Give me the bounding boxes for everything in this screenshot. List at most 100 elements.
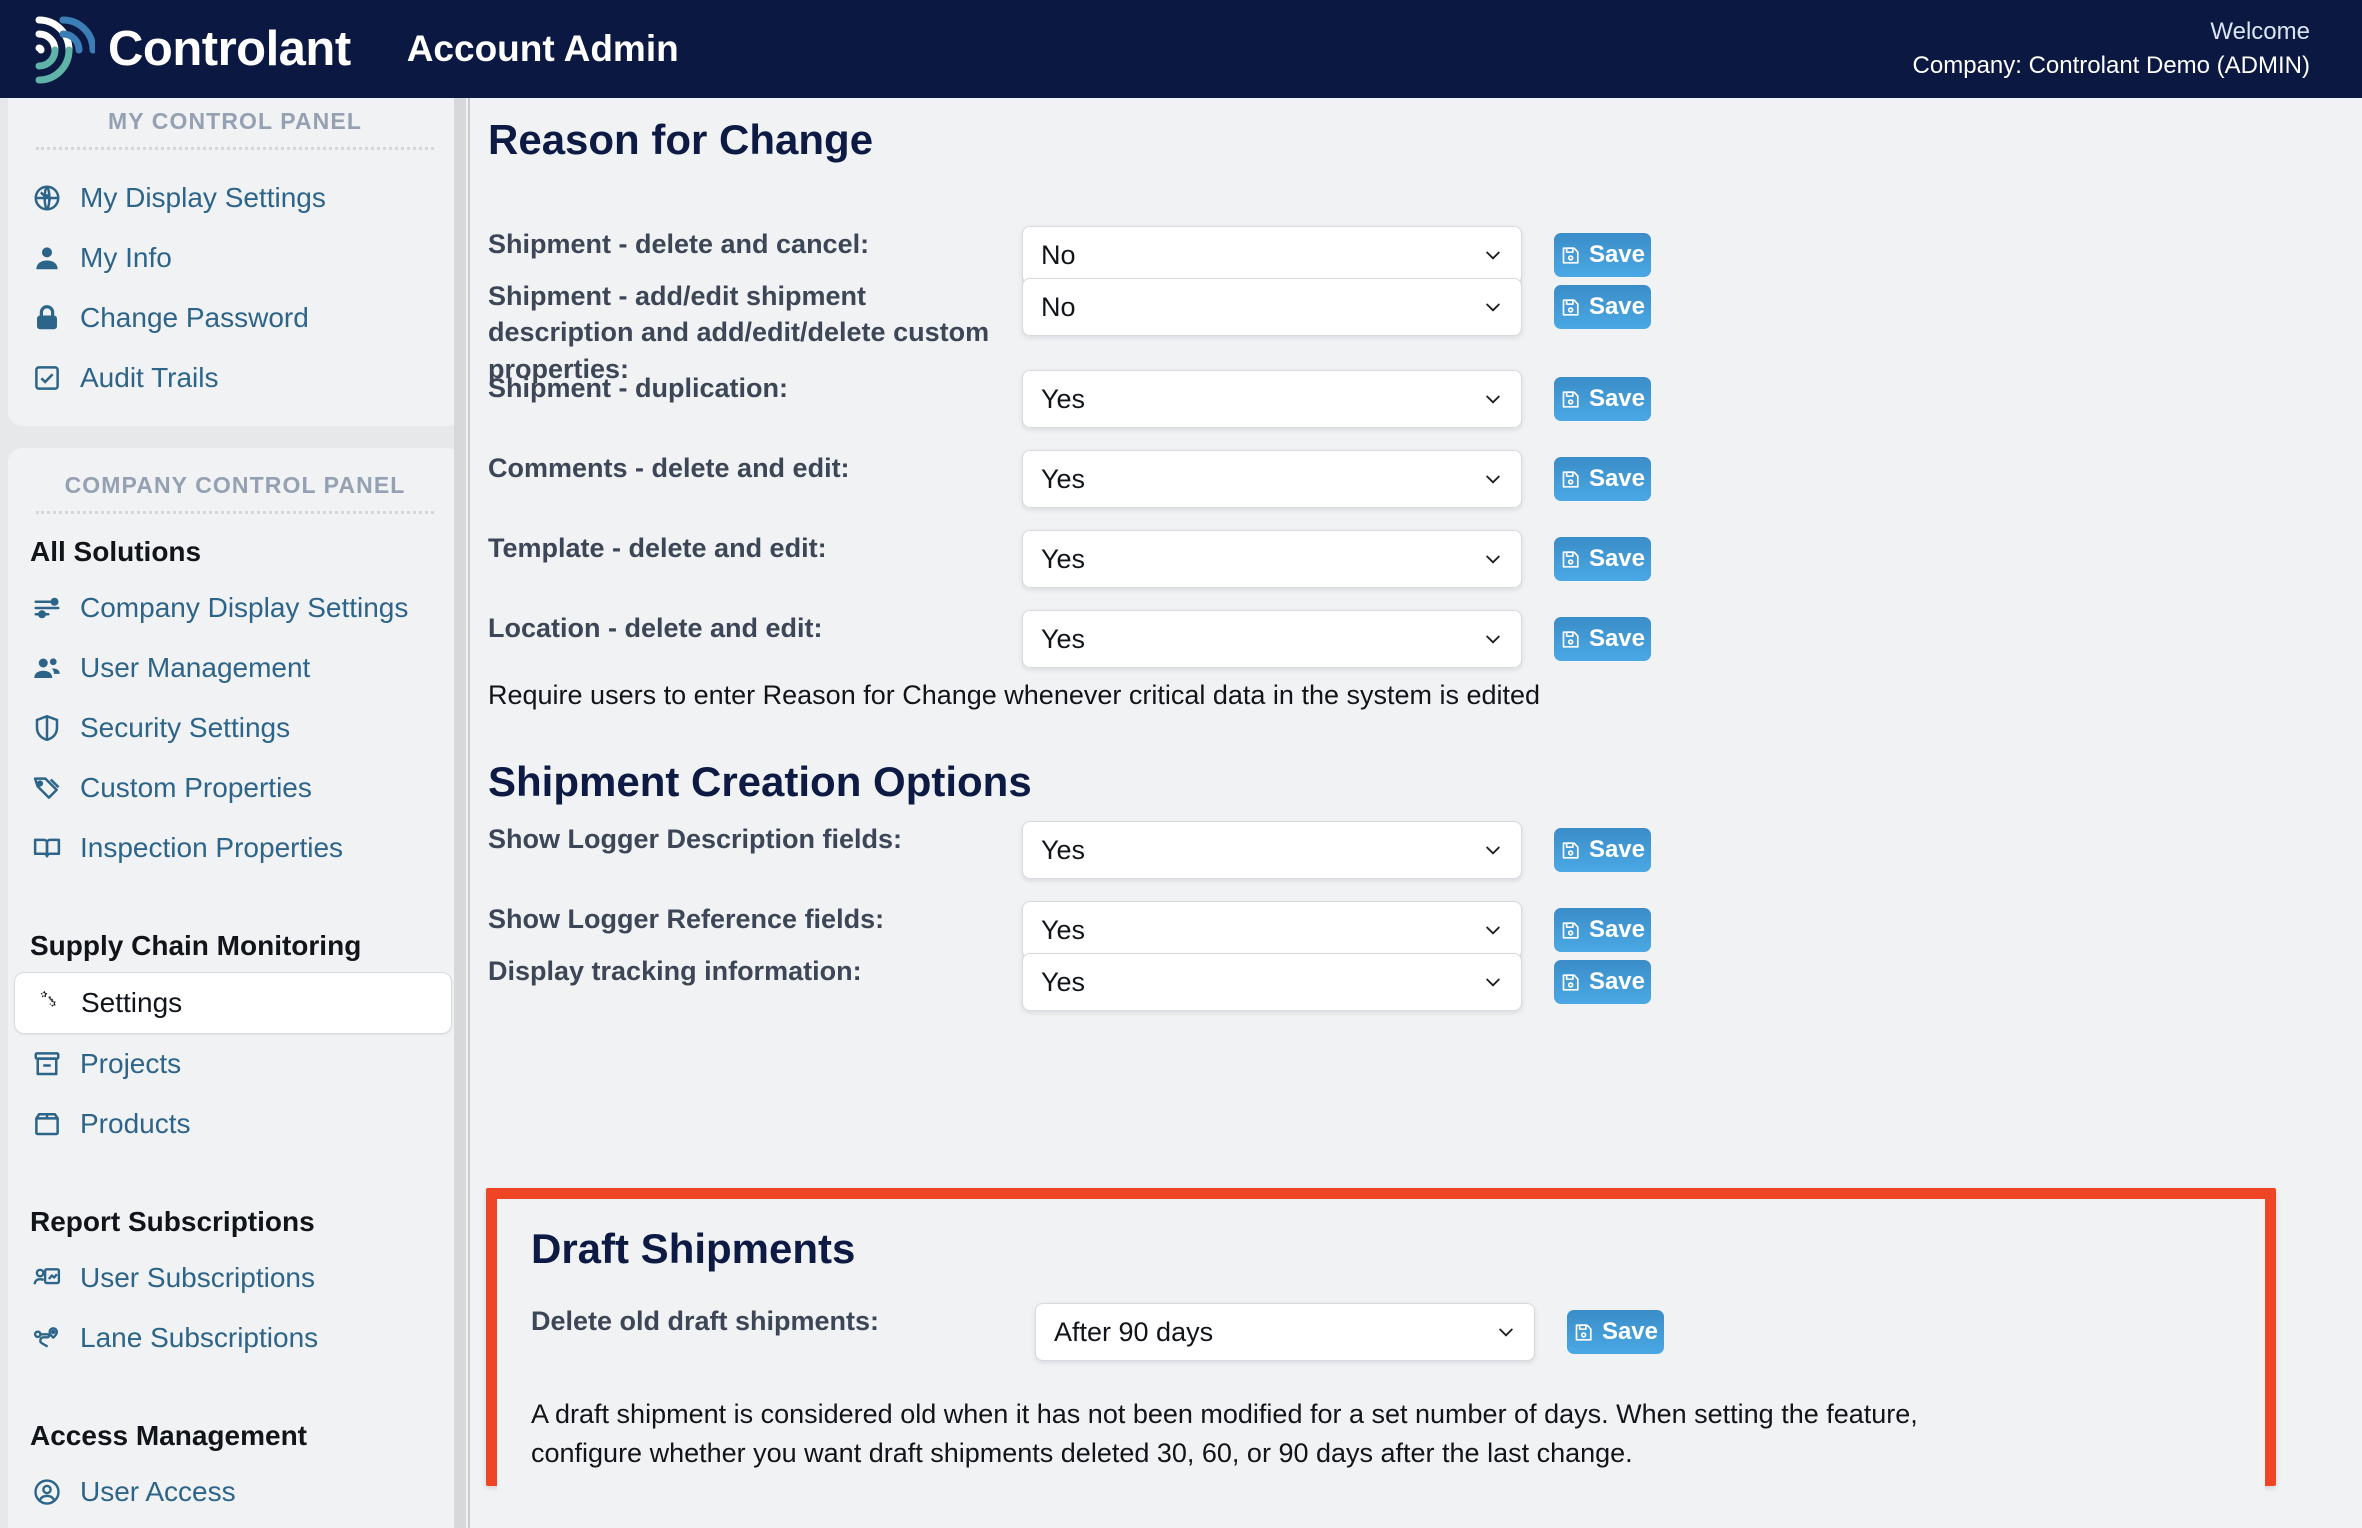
draft-shipments-highlight-box: Draft Shipments Delete old draft shipmen… — [486, 1188, 2276, 1504]
display-tracking-information-select[interactable]: Yes — [1022, 953, 1522, 1011]
save-button[interactable]: Save — [1554, 828, 1651, 872]
sidebar-item-label: Projects — [80, 1048, 182, 1079]
floppy-disk-icon — [1562, 841, 1579, 859]
sidebar-item-label: Custom Properties — [80, 772, 312, 803]
floppy-disk-icon — [1562, 298, 1579, 316]
sidebar-item-user-management[interactable]: User Management — [8, 638, 462, 698]
shield-icon — [30, 711, 64, 745]
reason-for-change-title: Reason for Change — [488, 116, 874, 163]
shipment-delete-cancel-select[interactable]: No — [1022, 226, 1522, 284]
chevron-down-icon — [1486, 978, 1500, 987]
select-value: No — [1041, 291, 1076, 322]
chevron-down-icon — [1486, 251, 1500, 260]
sidebar-item-label: User Access — [80, 1476, 236, 1507]
save-button[interactable]: Save — [1567, 1310, 1664, 1354]
chevron-down-icon — [1486, 555, 1500, 564]
floppy-disk-icon — [1562, 470, 1579, 488]
sidebar-item-change-password[interactable]: Change Password — [8, 288, 462, 348]
select-value: After 90 days — [1054, 1316, 1214, 1347]
save-button-label: Save — [1588, 836, 1645, 863]
globe-icon — [30, 181, 64, 215]
save-button-label: Save — [1588, 916, 1645, 943]
sidebar-item-user-access[interactable]: User Access — [8, 1462, 462, 1522]
save-button[interactable]: Save — [1554, 960, 1651, 1004]
checkbox-icon — [30, 361, 64, 395]
setting-label: Location - delete and edit: — [488, 613, 823, 643]
sidebar-item-inspection-properties[interactable]: Inspection Properties — [8, 818, 462, 878]
sidebar-item-role-access[interactable]: Role Access — [8, 1522, 462, 1528]
sidebar-item-label: User Subscriptions — [80, 1262, 315, 1293]
top-header-bar: Controlant Account Admin Welcome Company… — [0, 0, 2362, 98]
sidebar-item-my-display-settings[interactable]: My Display Settings — [8, 168, 462, 228]
setting-row: Location - delete and edit: Yes Save — [488, 610, 2348, 668]
setting-row: Delete old draft shipments: After 90 day… — [531, 1303, 2231, 1361]
show-logger-reference-select[interactable]: Yes — [1022, 901, 1522, 959]
chevron-down-icon — [1486, 303, 1500, 312]
company-control-panel-heading: COMPANY CONTROL PANEL — [64, 472, 406, 498]
gears-icon — [31, 986, 65, 1020]
setting-row: Template - delete and edit: Yes Save — [488, 530, 2348, 588]
template-delete-edit-select[interactable]: Yes — [1022, 530, 1522, 588]
route-pin-icon — [30, 1321, 64, 1355]
sliders-icon — [30, 591, 64, 625]
sidebar-item-label: Settings — [81, 987, 183, 1018]
save-button[interactable]: Save — [1554, 457, 1651, 501]
setting-label: Shipment - delete and cancel: — [488, 229, 870, 259]
save-button[interactable]: Save — [1554, 908, 1651, 952]
sidebar-item-my-info[interactable]: My Info — [8, 228, 462, 288]
sidebar-item-user-subscriptions[interactable]: User Subscriptions — [8, 1248, 462, 1308]
sidebar-item-lane-subscriptions[interactable]: Lane Subscriptions — [8, 1308, 462, 1368]
save-button[interactable]: Save — [1554, 537, 1651, 581]
sidebar-item-company-display-settings[interactable]: Company Display Settings — [8, 578, 462, 638]
setting-label: Comments - delete and edit: — [488, 453, 850, 483]
delete-old-draft-shipments-select[interactable]: After 90 days — [1035, 1303, 1535, 1361]
floppy-disk-icon — [1562, 630, 1579, 648]
show-logger-description-select[interactable]: Yes — [1022, 821, 1522, 879]
person-icon — [30, 241, 64, 275]
sidebar-item-security-settings[interactable]: Security Settings — [8, 698, 462, 758]
setting-row: Display tracking information: Yes Save — [488, 953, 2348, 1011]
save-button-label: Save — [1588, 293, 1645, 320]
archive-box-icon — [30, 1047, 64, 1081]
location-delete-edit-select[interactable]: Yes — [1022, 610, 1522, 668]
floppy-disk-icon — [1562, 390, 1579, 408]
company-control-panel-card: COMPANY CONTROL PANEL All Solutions Comp… — [8, 448, 462, 1528]
floppy-disk-icon — [1562, 973, 1579, 991]
sidebar-item-products[interactable]: Products — [8, 1094, 462, 1154]
save-button[interactable]: Save — [1554, 285, 1651, 329]
comments-delete-edit-select[interactable]: Yes — [1022, 450, 1522, 508]
save-button-label: Save — [1601, 1318, 1658, 1345]
save-button[interactable]: Save — [1554, 377, 1651, 421]
sidebar-item-label: Products — [80, 1108, 191, 1139]
divider — [36, 147, 434, 150]
divider — [36, 511, 434, 514]
sidebar-item-audit-trails[interactable]: Audit Trails — [8, 348, 462, 408]
save-button[interactable]: Save — [1554, 233, 1651, 277]
welcome-label: Welcome — [2210, 18, 2310, 45]
save-button[interactable]: Save — [1554, 617, 1651, 661]
setting-label: Shipment - duplication: — [488, 373, 788, 403]
setting-label: Template - delete and edit: — [488, 533, 827, 563]
floppy-disk-icon — [1562, 921, 1579, 939]
select-value: Yes — [1041, 834, 1086, 865]
sidebar-item-settings[interactable]: Settings — [14, 972, 452, 1034]
sidebar-group-all-solutions-title: All Solutions — [30, 536, 202, 567]
sidebar-item-custom-properties[interactable]: Custom Properties — [8, 758, 462, 818]
setting-row: Shipment - delete and cancel: No Save — [488, 226, 2348, 284]
chevron-down-icon — [1486, 635, 1500, 644]
draft-shipments-helper-line-2: configure whether you want draft shipmen… — [531, 1438, 1633, 1469]
chevron-down-icon — [1486, 475, 1500, 484]
shipment-add-edit-select[interactable]: No — [1022, 278, 1522, 336]
sidebar[interactable]: MY CONTROL PANEL My Display Settings My … — [0, 98, 470, 1528]
main-content: Reason for Change Shipment - delete and … — [478, 98, 2362, 1528]
shipment-duplication-select[interactable]: Yes — [1022, 370, 1522, 428]
sidebar-scrollbar-thumb[interactable] — [454, 98, 466, 1528]
shipment-creation-options-section: Shipment Creation Options — [488, 758, 2348, 806]
sidebar-scrollbar[interactable] — [454, 98, 470, 1528]
company-label: Company: Controlant Demo (ADMIN) — [1912, 52, 2310, 79]
setting-row: Show Logger Reference fields: Yes Save — [488, 901, 2348, 959]
sidebar-item-projects[interactable]: Projects — [8, 1034, 462, 1094]
save-button-label: Save — [1588, 385, 1645, 412]
